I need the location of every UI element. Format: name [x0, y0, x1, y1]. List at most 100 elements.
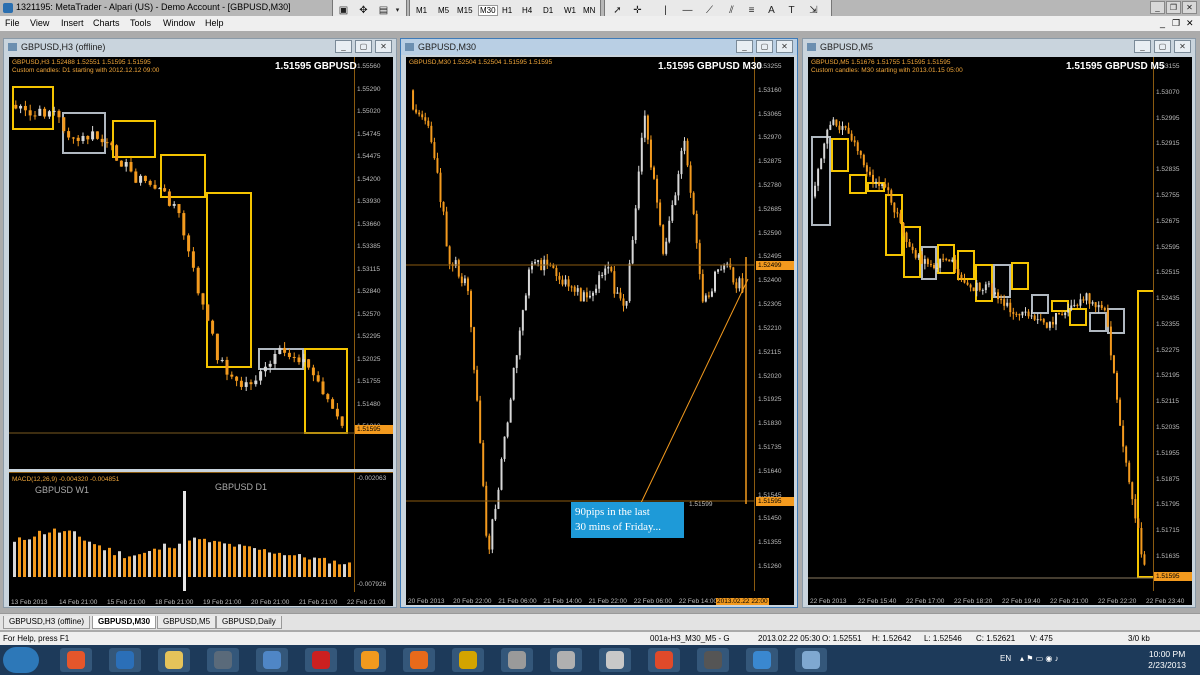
taskbar-app-alpari-icon[interactable] — [599, 648, 631, 672]
start-button[interactable] — [3, 647, 39, 673]
candle-body — [1051, 322, 1054, 325]
candle-body — [105, 142, 109, 144]
candle-body — [942, 258, 945, 260]
candle-body — [820, 158, 823, 170]
candle-body — [47, 111, 51, 117]
menu-window[interactable]: Window — [163, 18, 195, 28]
taskbar-app-calculator-icon[interactable] — [207, 648, 239, 672]
price-tick-label: 1.52685 — [758, 205, 782, 213]
tab-gbpusd-daily[interactable]: GBPUSD,Daily — [216, 616, 282, 629]
candle-body — [1082, 299, 1085, 301]
language-indicator[interactable]: EN — [1000, 654, 1011, 663]
time-axis: 20 Feb 2013 20 Feb 22:00 21 Feb 06:00 21 Fe… — [406, 591, 794, 605]
taskbar-app-gold-app-icon[interactable] — [452, 648, 484, 672]
candle-body — [460, 276, 463, 284]
menu-view[interactable]: View — [30, 18, 49, 28]
price-tick-label: 1.51480 — [357, 400, 381, 408]
timeframe-mn[interactable]: MN — [583, 6, 595, 15]
candle-body — [1048, 322, 1051, 328]
menu-tools[interactable]: Tools — [130, 18, 151, 28]
timeframe-m30[interactable]: M30 — [478, 5, 498, 16]
mdi-restore-button[interactable]: ❐ — [1172, 18, 1180, 29]
timeframe-w1[interactable]: W1 — [564, 6, 576, 15]
status-close: C: 1.52621 — [976, 634, 1016, 643]
chart-window-m5[interactable]: GBPUSD,M5 _ ▢ ✕ 1.53155 1.53070 1.52995 1.5… — [802, 38, 1196, 608]
price-chart[interactable]: 1.55560 1.55290 1.55020 1.54745 1.54475 1.542… — [9, 57, 393, 469]
restore-button[interactable]: ❐ — [1166, 1, 1181, 14]
candle-body — [512, 367, 515, 400]
taskbar-app-orange-app-icon[interactable] — [354, 648, 386, 672]
candle-body — [14, 104, 18, 109]
tray-icons[interactable]: ▴ ⚑ ▭ ◉ ♪ — [1020, 654, 1059, 663]
mdi-close-button[interactable]: ✕ — [1186, 18, 1194, 29]
minimize-button[interactable]: _ — [335, 40, 352, 53]
minimize-button[interactable]: _ — [1150, 1, 1165, 14]
price-tick-label: 1.52780 — [758, 182, 782, 190]
candle-body — [689, 165, 692, 193]
mdi-minimize-button[interactable]: _ — [1160, 18, 1165, 28]
price-tick-label: 1.52210 — [758, 324, 782, 332]
tab-gbpusd-m5[interactable]: GBPUSD,M5 — [157, 616, 217, 629]
time-tick-label: 22 Feb 17:00 — [906, 598, 945, 605]
maximize-button[interactable]: ▢ — [1154, 40, 1171, 53]
menu-help[interactable]: Help — [205, 18, 224, 28]
candle-body — [1058, 313, 1061, 315]
candle-body — [415, 109, 418, 113]
window-header: GBPUSD,M5 _ ▢ ✕ — [803, 39, 1195, 55]
taskbar-app-firefox-icon[interactable] — [60, 648, 92, 672]
price-chart[interactable]: 1.53155 1.53070 1.52995 1.52915 1.52835 1.527… — [808, 57, 1192, 591]
candle-body — [576, 288, 579, 292]
macd-bar — [328, 563, 331, 577]
maximize-button[interactable]: ▢ — [355, 40, 372, 53]
close-button[interactable]: ✕ — [1182, 1, 1197, 14]
macd-separator — [183, 491, 186, 591]
candle-body — [167, 191, 171, 206]
candle-body — [1027, 311, 1030, 317]
candle-body — [902, 222, 905, 233]
timeframe-m5[interactable]: M5 — [438, 6, 449, 15]
taskbar-app-metatrader-icon[interactable] — [109, 648, 141, 672]
minimize-button[interactable]: _ — [736, 40, 753, 53]
taskbar-app-ship-app-icon[interactable] — [746, 648, 778, 672]
maximize-button[interactable]: ▢ — [756, 40, 773, 53]
candle-body — [506, 422, 509, 437]
timeframe-h4[interactable]: H4 — [522, 6, 532, 15]
timeframe-d1[interactable]: D1 — [543, 6, 553, 15]
clock[interactable]: 10:00 PM 2/23/2013 — [1148, 649, 1186, 671]
taskbar-app-app-icon[interactable] — [256, 648, 288, 672]
taskbar-app-red-app-icon[interactable] — [305, 648, 337, 672]
candle-body — [838, 125, 841, 130]
price-tick-label: 1.51450 — [758, 515, 782, 523]
chart-window-m30[interactable]: GBPUSD,M30 _ ▢ ✕ 1.53255 1.53160 1.53065 1.… — [400, 38, 798, 608]
candle-body — [1000, 299, 1003, 301]
taskbar-app-folder-icon[interactable] — [158, 648, 190, 672]
chart-window-h3[interactable]: GBPUSD,H3 (offline) _ ▢ ✕ 1.55560 1.55290… — [3, 38, 397, 608]
candle-body — [335, 408, 339, 417]
candle-body — [518, 330, 521, 356]
candle-body — [859, 151, 862, 155]
tab-gbpusd-m30[interactable]: GBPUSD,M30 — [92, 616, 157, 629]
macd-panel[interactable]: -0.002063 -0.007926 MACD(12,26,9) -0.004… — [9, 472, 393, 592]
timeframe-m15[interactable]: M15 — [457, 6, 473, 15]
minimize-button[interactable]: _ — [1134, 40, 1151, 53]
taskbar-app-alpari-icon[interactable] — [501, 648, 533, 672]
price-chart[interactable]: 1.53255 1.53160 1.53065 1.52970 1.52875 1.527… — [406, 57, 794, 591]
taskbar-app-media-player-icon[interactable] — [403, 648, 435, 672]
timeframe-h1[interactable]: H1 — [502, 6, 512, 15]
close-button[interactable]: ✕ — [375, 40, 392, 53]
close-button[interactable]: ✕ — [776, 40, 793, 53]
timeframe-m1[interactable]: M1 — [416, 6, 427, 15]
period-box — [12, 86, 54, 130]
taskbar-app-chrome-app-icon[interactable] — [697, 648, 729, 672]
macd-bar — [303, 557, 306, 577]
taskbar-app-paint-app-icon[interactable] — [795, 648, 827, 672]
tab-gbpusd-h3[interactable]: GBPUSD,H3 (offline) — [3, 616, 90, 629]
menu-insert[interactable]: Insert — [61, 18, 84, 28]
menu-file[interactable]: File — [5, 18, 20, 28]
taskbar-app-k-app-icon[interactable] — [648, 648, 680, 672]
close-button[interactable]: ✕ — [1174, 40, 1191, 53]
candle-body — [1131, 482, 1134, 500]
candle-body — [671, 205, 674, 221]
taskbar-app-alpari-icon[interactable] — [550, 648, 582, 672]
menu-charts[interactable]: Charts — [93, 18, 120, 28]
